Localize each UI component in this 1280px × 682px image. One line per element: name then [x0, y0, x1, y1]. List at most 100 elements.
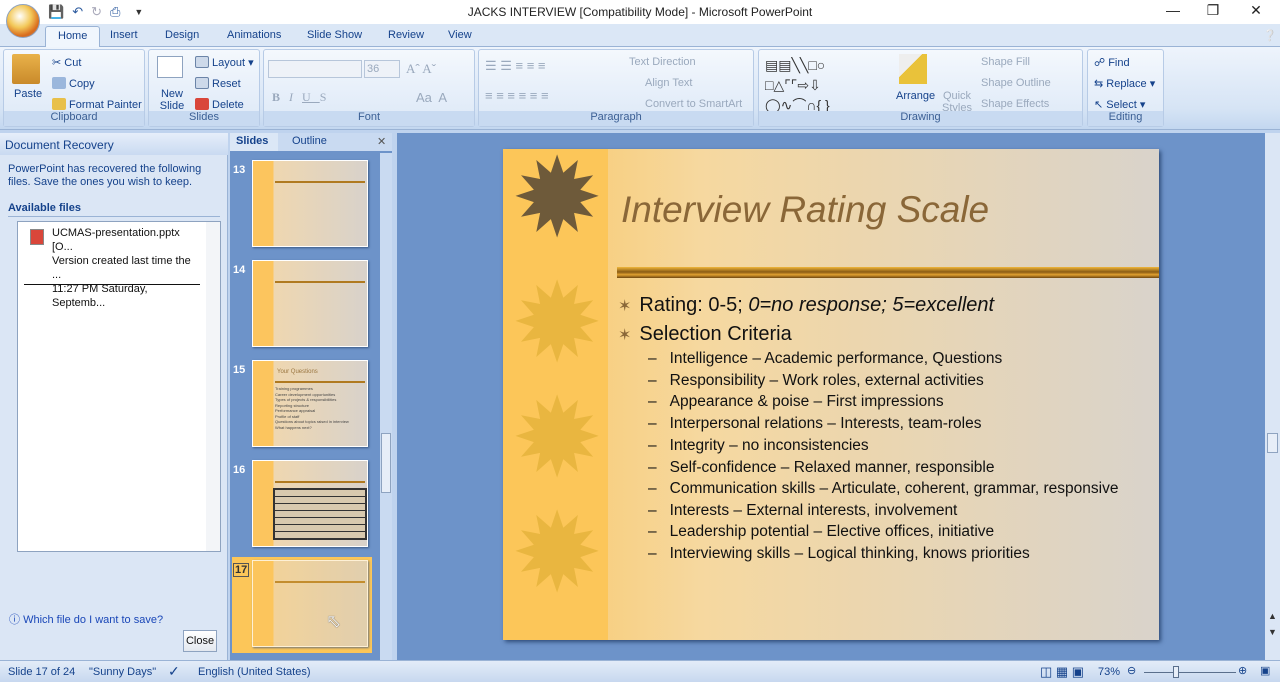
tab-animations[interactable]: Animations	[227, 29, 281, 41]
tab-review[interactable]: Review	[388, 29, 424, 41]
reset-button[interactable]: Reset	[195, 77, 241, 90]
layout-icon	[195, 56, 209, 68]
slide-thumbnail-13[interactable]	[252, 160, 368, 247]
restore-button[interactable]: ❐	[1195, 2, 1231, 19]
cursor-icon: ↖	[1094, 99, 1104, 111]
sub-bullet: – Leadership potential – Elective offices…	[648, 523, 995, 540]
recovered-file-item[interactable]: UCMAS-presentation.pptx [O... Version cr…	[24, 226, 200, 309]
zoom-level[interactable]: 73%	[1098, 666, 1120, 678]
sun-icon: ✹	[511, 492, 604, 615]
copy-button[interactable]: Copy	[52, 77, 95, 90]
office-button[interactable]	[6, 4, 40, 38]
font-size-combo[interactable]: 36	[364, 60, 400, 78]
tab-view[interactable]: View	[448, 29, 472, 41]
list-buttons-icon[interactable]: ☰ ☰ ≡ ≡ ≡	[485, 58, 546, 74]
close-recovery-button[interactable]: Close	[183, 630, 217, 652]
layout-button[interactable]: Layout ▾	[195, 56, 254, 69]
find-button[interactable]: ☍ Find	[1094, 56, 1130, 69]
zoom-out-icon[interactable]: ⊖	[1127, 664, 1136, 677]
arrange-button[interactable]: Arrange	[896, 90, 935, 102]
slide-number: 13	[233, 164, 246, 176]
tab-slide-show[interactable]: Slide Show	[307, 29, 362, 41]
customize-qat-icon[interactable]: ▼	[134, 7, 143, 17]
slide-number: 14	[233, 264, 246, 276]
select-label: Select	[1106, 99, 1137, 111]
copy-icon	[52, 77, 66, 89]
help-icon[interactable]: ❔	[1263, 29, 1277, 42]
sub-bullet: – Responsibility – Work roles, external a…	[648, 372, 984, 389]
new-slide-button[interactable]: New Slide	[157, 88, 187, 112]
close-pane-icon[interactable]: ✕	[377, 135, 386, 148]
spell-check-icon[interactable]: ✓	[168, 663, 180, 680]
tab-outline[interactable]: Outline	[282, 135, 337, 147]
title-rule	[617, 267, 1159, 278]
fit-to-window-icon[interactable]: ▣	[1260, 664, 1270, 677]
help-link[interactable]: ⓘ Which file do I want to save?	[9, 611, 163, 627]
shape-outline-button[interactable]: Shape Outline	[981, 77, 1051, 89]
zoom-slider[interactable]	[1144, 672, 1236, 673]
main-vertical-scrollbar[interactable]: ▲ ▼	[1265, 133, 1280, 660]
view-buttons[interactable]: ◫ ▦ ▣	[1040, 664, 1084, 680]
minimize-button[interactable]: —	[1155, 2, 1191, 18]
slide-thumbnail-14[interactable]	[252, 260, 368, 347]
replace-button[interactable]: ⇆ Replace ▾	[1094, 77, 1155, 90]
scroll-thumb[interactable]	[1267, 433, 1278, 453]
convert-smartart-button[interactable]: Convert to SmartArt	[645, 98, 742, 110]
align-text-button[interactable]: Align Text	[645, 77, 693, 89]
font-format-buttons[interactable]: BIUS	[272, 90, 335, 105]
tab-design[interactable]: Design	[165, 29, 199, 41]
font-name-combo[interactable]	[268, 60, 362, 78]
sub-bullet: – Self-confidence – Relaxed manner, respo…	[648, 459, 995, 476]
delete-button[interactable]: Delete	[195, 98, 244, 111]
title-bar: JACKS INTERVIEW [Compatibility Mode] - M…	[0, 0, 1280, 24]
shapes-gallery[interactable]: ▤▤╲╲□○ □△⌜⌜⇨⇩ ◯∿⌒∩{ }	[765, 55, 875, 115]
cut-button[interactable]: ✂ Cut	[52, 56, 81, 69]
scroll-thumb[interactable]	[381, 433, 391, 493]
grow-shrink-font-icon[interactable]: Aˆ Aˇ	[406, 61, 436, 77]
file-name: UCMAS-presentation.pptx [O...	[52, 227, 180, 253]
shape-fill-button[interactable]: Shape Fill	[981, 56, 1030, 68]
thumb-title: Your Questions	[277, 369, 318, 375]
select-button[interactable]: ↖ Select ▾	[1094, 98, 1145, 111]
print-preview-icon[interactable]: ⎙	[110, 4, 120, 20]
slide-indicator: Slide 17 of 24	[8, 666, 76, 678]
document-recovery-pane: Document Recovery PowerPoint has recover…	[0, 133, 228, 660]
window-title: JACKS INTERVIEW [Compatibility Mode] - M…	[467, 5, 813, 19]
shape-effects-button[interactable]: Shape Effects	[981, 98, 1049, 110]
text-direction-button[interactable]: Text Direction	[629, 56, 696, 68]
undo-icon[interactable]: ↶	[72, 4, 83, 20]
tab-slides[interactable]: Slides	[230, 133, 278, 151]
copy-label: Copy	[69, 78, 95, 90]
tab-insert[interactable]: Insert	[110, 29, 138, 41]
align-buttons-icon[interactable]: ≡ ≡ ≡ ≡ ≡ ≡	[485, 88, 549, 103]
slides-scrollbar[interactable]	[380, 153, 392, 660]
paste-button[interactable]: Paste	[14, 88, 42, 100]
zoom-in-icon[interactable]: ⊕	[1238, 664, 1247, 677]
slide-thumbnail-17[interactable]	[252, 560, 368, 647]
file-list-scrollbar[interactable]	[206, 222, 220, 551]
help-icon: ⓘ	[9, 614, 20, 626]
sub-bullet: – Communication skills – Articulate, cohe…	[648, 480, 1119, 497]
status-bar: Slide 17 of 24 "Sunny Days" ✓ English (U…	[0, 660, 1280, 682]
sub-bullet: – Intelligence – Academic performance, Qu…	[648, 350, 1003, 367]
format-painter-button[interactable]: Format Painter	[52, 98, 142, 111]
zoom-slider-thumb[interactable]	[1173, 666, 1180, 678]
next-slide-icon[interactable]: ▼	[1268, 627, 1277, 637]
current-slide[interactable]: ✹ ✹ ✹ ✹ Interview Rating Scale ✶ Rating: …	[503, 149, 1159, 640]
slide-thumbnail-15[interactable]: Your Questions Training programmes Career…	[252, 360, 368, 447]
scissors-icon: ✂	[52, 57, 62, 69]
tab-home[interactable]: Home	[45, 26, 101, 47]
slide-title[interactable]: Interview Rating Scale	[621, 189, 989, 231]
language-indicator[interactable]: English (United States)	[198, 666, 311, 678]
font-color-icon[interactable]: Aa ​ A	[416, 90, 447, 105]
previous-slide-icon[interactable]: ▲	[1268, 611, 1277, 621]
replace-label: Replace	[1106, 78, 1147, 90]
slide-thumbnail-16[interactable]	[252, 460, 368, 547]
close-window-button[interactable]: ✕	[1238, 2, 1274, 19]
redo-icon[interactable]: ↻	[91, 4, 102, 20]
sub-bullet: – Integrity – no inconsistencies	[648, 437, 869, 454]
save-icon[interactable]: 💾	[48, 4, 64, 20]
mouse-cursor-icon: ⬁	[326, 611, 342, 631]
file-time: 11:27 PM Saturday, Septemb...	[52, 283, 148, 309]
layout-label: Layout	[212, 57, 246, 69]
